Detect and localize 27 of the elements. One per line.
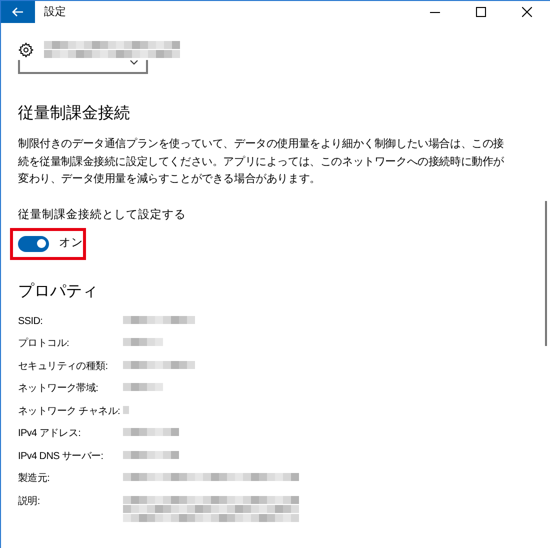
property-label: ネットワーク チャネル: (18, 404, 121, 419)
section-heading: 従量制課金接続 (18, 104, 131, 124)
toggle-switch[interactable] (18, 236, 49, 252)
close-icon (522, 7, 532, 17)
property-label: IPv4 DNS サーバー: (18, 450, 104, 464)
property-label: 製造元: (18, 472, 51, 486)
window-title: 設定 (44, 4, 66, 20)
redacted-value (123, 383, 165, 392)
back-button[interactable] (1, 1, 35, 23)
maximize-icon (476, 7, 486, 17)
property-label: プロトコル: (18, 337, 70, 352)
property-label: SSID: (18, 314, 44, 329)
property-label: ネットワーク帯域: (18, 382, 100, 396)
property-label: 説明: (18, 494, 41, 509)
redacted-value (123, 406, 129, 415)
back-arrow-icon (12, 7, 24, 17)
settings-icon (18, 42, 34, 58)
toggle-label: 従量制課金接続として設定する (18, 208, 187, 222)
scrollbar[interactable] (545, 201, 547, 346)
description-text: 制限付きのデータ通信プランを使っていて、データの使用量をより細かく制御したい場合は、この接続を従量制課金接続に設定してください。アプリによっては、このネットワークへの接続時に動作が変わり、データ使用量を減らすことができる場合があります。 (18, 136, 506, 187)
property-label: セキュリティの種類: (18, 360, 109, 374)
section-heading: プロパティ (18, 282, 99, 302)
dropdown[interactable] (18, 60, 148, 74)
property-label: IPv4 アドレス: (18, 427, 82, 442)
redacted-value (123, 338, 165, 348)
toggle-state: オン (59, 236, 83, 252)
chevron-down-icon (130, 60, 138, 65)
